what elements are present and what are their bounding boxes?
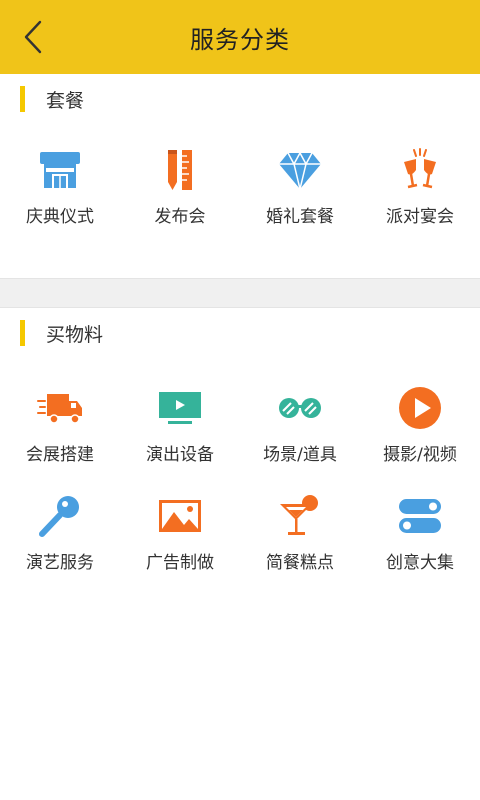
category-performance-equipment[interactable]: 演出设备 — [120, 384, 240, 486]
section-title: 套餐 — [46, 89, 85, 112]
category-label: 场景/道具 — [263, 445, 337, 465]
section-accent-bar — [20, 320, 25, 346]
category-label: 庆典仪式 — [26, 207, 94, 227]
category-scene-props[interactable]: 场景/道具 — [240, 384, 360, 486]
materials-grid-row-1: 会展搭建 演出设备 场景/道具 摄影/视频 — [0, 358, 480, 486]
section-title: 买物料 — [46, 323, 104, 346]
tv-play-icon — [156, 384, 204, 432]
category-label: 派对宴会 — [386, 207, 454, 227]
section-accent-bar — [20, 86, 25, 112]
category-exhibition-build[interactable]: 会展搭建 — [0, 384, 120, 486]
category-entertainment-service[interactable]: 演艺服务 — [0, 492, 120, 610]
category-label: 创意大集 — [386, 553, 454, 573]
category-snacks-pastries[interactable]: 简餐糕点 — [240, 492, 360, 610]
cocktail-icon — [276, 492, 324, 540]
category-label: 摄影/视频 — [383, 445, 457, 465]
materials-grid-row-2: 演艺服务 广告制做 简餐糕点 创意大集 — [0, 486, 480, 610]
storefront-icon — [36, 146, 84, 194]
category-label: 广告制做 — [146, 553, 214, 573]
category-label: 发布会 — [154, 207, 206, 227]
back-button[interactable] — [14, 18, 52, 56]
category-advertising-production[interactable]: 广告制做 — [120, 492, 240, 610]
section-header-packages: 套餐 — [0, 74, 480, 124]
packages-grid: 庆典仪式 发布会 婚礼套餐 派对宴会 — [0, 124, 480, 278]
category-creative-market[interactable]: 创意大集 — [360, 492, 480, 610]
category-celebration[interactable]: 庆典仪式 — [0, 146, 120, 278]
diamond-icon — [276, 146, 324, 194]
section-divider — [0, 278, 480, 308]
category-label: 演出设备 — [146, 445, 214, 465]
category-photo-video[interactable]: 摄影/视频 — [360, 384, 480, 486]
page-title: 服务分类 — [190, 25, 290, 54]
app-header: 服务分类 — [0, 0, 480, 74]
pen-ruler-icon — [156, 146, 204, 194]
cheers-glasses-icon — [396, 146, 444, 194]
section-header-materials: 买物料 — [0, 308, 480, 358]
category-label: 演艺服务 — [26, 553, 94, 573]
sunglasses-icon — [276, 384, 324, 432]
delivery-truck-icon — [36, 384, 84, 432]
category-party-banquet[interactable]: 派对宴会 — [360, 146, 480, 278]
picture-icon — [156, 492, 204, 540]
microphone-icon — [36, 492, 84, 540]
toggle-stack-icon — [396, 492, 444, 540]
category-label: 简餐糕点 — [266, 553, 334, 573]
category-label: 会展搭建 — [26, 445, 94, 465]
category-wedding-package[interactable]: 婚礼套餐 — [240, 146, 360, 278]
category-launch-event[interactable]: 发布会 — [120, 146, 240, 278]
chevron-left-icon — [24, 20, 42, 54]
category-label: 婚礼套餐 — [266, 207, 334, 227]
play-circle-icon — [396, 384, 444, 432]
